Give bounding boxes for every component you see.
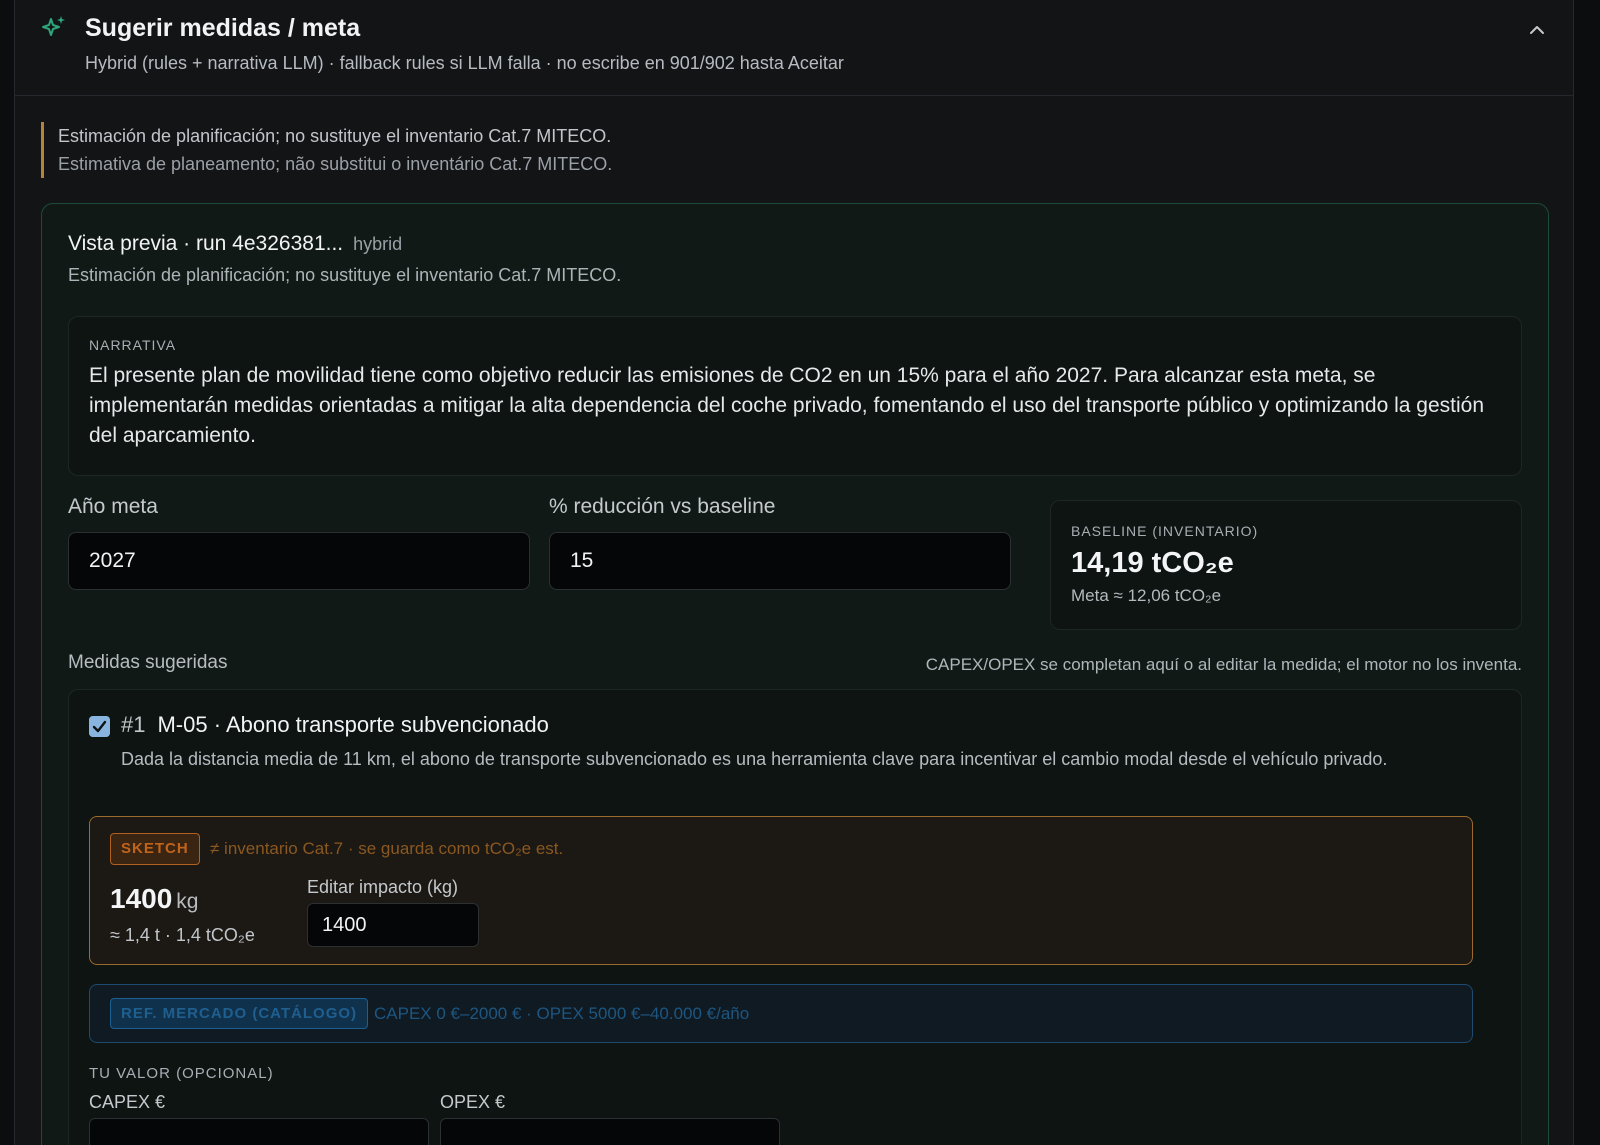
planning-disclaimer: Estimación de planificación; no sustituy… xyxy=(41,122,941,178)
preview-note: Estimación de planificación; no sustituy… xyxy=(68,265,622,285)
chevron-up-icon[interactable] xyxy=(1525,18,1549,42)
disclaimer-pt: Estimativa de planeamento; não substitui… xyxy=(58,154,613,174)
suggest-measures-panel: Sugerir medidas / meta Hybrid (rules + n… xyxy=(14,0,1574,1145)
measures-section-note: CAPEX/OPEX se completan aquí o al editar… xyxy=(925,655,1522,674)
reduction-label: % reducción vs baseline xyxy=(549,495,776,518)
sparkle-icon xyxy=(42,16,65,36)
target-year-input[interactable] xyxy=(68,532,530,590)
preview-mode-tag: hybrid xyxy=(353,234,403,254)
market-reference-note: CAPEX 0 €–2000 € · OPEX 5000 €–40.000 €/… xyxy=(374,1004,750,1023)
measure-number: #1 xyxy=(121,712,146,737)
disclaimer-es: Estimación de planificación; no sustituy… xyxy=(58,126,612,146)
capex-label: CAPEX € xyxy=(89,1092,166,1112)
edit-impact-label: Editar impacto (kg) xyxy=(307,877,459,897)
narrative-box: NARRATIVA El presente plan de movilidad … xyxy=(68,316,1522,476)
measures-section-label: Medidas sugeridas xyxy=(68,652,228,673)
opex-input[interactable] xyxy=(440,1118,780,1145)
measure-checkbox[interactable] xyxy=(89,716,110,737)
sketch-badge: SKETCH xyxy=(110,833,200,865)
impact-sketch-box: SKETCH ≠ inventario Cat.7 · se guarda co… xyxy=(89,816,1473,965)
market-reference-box: REF. MERCADO (CATÁLOGO) CAPEX 0 €–2000 €… xyxy=(89,984,1473,1043)
baseline-caption: BASELINE (INVENTARIO) xyxy=(1071,523,1259,539)
measure-card: #1 M-05 · Abono transporte subvencionado … xyxy=(68,689,1522,1145)
panel-title: Sugerir medidas / meta xyxy=(85,14,361,42)
reduction-input[interactable] xyxy=(549,532,1011,590)
sketch-note: ≠ inventario Cat.7 · se guarda como tCO₂… xyxy=(210,839,564,858)
baseline-meta: Meta ≈ 12,06 tCO₂e xyxy=(1071,586,1222,605)
capex-input[interactable] xyxy=(89,1118,429,1145)
measure-heading: #1 M-05 · Abono transporte subvencionado xyxy=(121,712,549,738)
measure-title: M-05 · Abono transporte subvencionado xyxy=(157,712,549,737)
preview-card: Vista previa · run 4e326381... hybrid Est… xyxy=(41,203,1549,1145)
impact-approx: ≈ 1,4 t · 1,4 tCO₂e xyxy=(110,925,255,945)
baseline-value: 14,19 tCO₂e xyxy=(1071,547,1234,579)
market-reference-badge: REF. MERCADO (CATÁLOGO) xyxy=(110,998,369,1029)
your-value-caption: TU VALOR (OPCIONAL) xyxy=(89,1065,274,1082)
narrative-text: El presente plan de movilidad tiene como… xyxy=(89,364,1485,447)
narrative-caption: NARRATIVA xyxy=(89,337,177,353)
edit-impact-input[interactable] xyxy=(307,903,479,947)
impact-number: 1400 xyxy=(110,883,173,914)
panel-subtitle: Hybrid (rules + narrativa LLM) · fallbac… xyxy=(85,53,844,73)
baseline-box: BASELINE (INVENTARIO) 14,19 tCO₂e Meta ≈… xyxy=(1050,500,1522,630)
impact-unit: kg xyxy=(176,890,199,913)
preview-run-title: Vista previa · run 4e326381... xyxy=(68,232,344,255)
panel-header: Sugerir medidas / meta Hybrid (rules + n… xyxy=(15,0,1573,96)
target-year-label: Año meta xyxy=(68,495,158,518)
impact-value: 1400 kg xyxy=(110,883,198,915)
preview-title: Vista previa · run 4e326381... hybrid xyxy=(68,232,402,256)
measure-description: Dada la distancia media de 11 km, el abo… xyxy=(121,749,1388,769)
opex-label: OPEX € xyxy=(440,1092,506,1112)
